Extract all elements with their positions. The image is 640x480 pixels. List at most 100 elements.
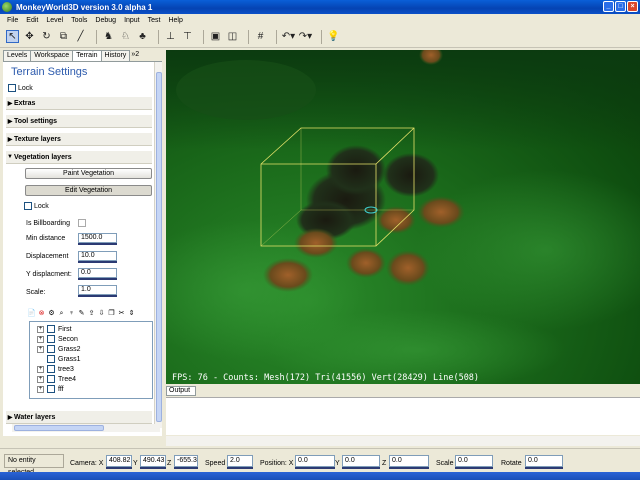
y-displacement-field[interactable]: 0.0 [78, 268, 117, 280]
toolbar-separator [321, 29, 322, 44]
viewport-layout-icon[interactable]: ▣ [209, 30, 222, 43]
lightbulb-icon[interactable]: 💡 [327, 30, 340, 43]
expand-icon[interactable]: + [37, 375, 44, 383]
select-tool-icon[interactable]: ↖ [6, 30, 19, 43]
section-label: Tool settings [14, 117, 58, 125]
layer-search-icon[interactable]: ⌕ [57, 309, 66, 318]
minimize-button[interactable]: _ [603, 1, 614, 12]
section-water-layers[interactable]: ▶ Water layers [6, 411, 152, 424]
layer-move-icon[interactable]: ⇕ [127, 309, 136, 318]
snap-tool-icon[interactable]: ⊤ [181, 30, 194, 43]
maximize-button[interactable]: □ [615, 1, 626, 12]
section-label: Vegetation layers [14, 153, 72, 161]
rotate-tool-icon[interactable]: ↻ [40, 30, 53, 43]
layer-visible-checkbox[interactable] [47, 345, 55, 353]
camera-x-field[interactable]: 408.82 [106, 455, 132, 469]
tree-item[interactable]: + Tree4 [30, 374, 76, 384]
position-y-field[interactable]: 0.0 [342, 455, 380, 469]
tab-history[interactable]: History [100, 50, 131, 61]
camera-z-field[interactable]: -655.3 [174, 455, 198, 469]
tab-levels[interactable]: Levels [3, 50, 32, 61]
undo-dropdown-icon[interactable]: ↶▾ [282, 30, 295, 43]
panel-horizontal-scrollbar[interactable] [12, 424, 160, 432]
output-console[interactable] [166, 397, 640, 435]
layer-visible-checkbox[interactable] [47, 325, 55, 333]
tree-item-label: Secon [58, 335, 78, 343]
camera-y-field[interactable]: 490.43 [140, 455, 166, 469]
new-layer-icon[interactable]: 📄 [27, 309, 36, 318]
menu-input[interactable]: Input [120, 17, 144, 24]
layer-visible-checkbox[interactable] [47, 375, 55, 383]
panel-vertical-scrollbar[interactable] [154, 62, 162, 428]
rotate-field[interactable]: 0.0 [525, 455, 563, 469]
scale-status-field[interactable]: 0.0 [455, 455, 493, 469]
section-vegetation-layers[interactable]: ▼ Vegetation layers [6, 151, 152, 164]
align-tool-icon[interactable]: ⊥ [164, 30, 177, 43]
tab-terrain[interactable]: Terrain [72, 50, 102, 61]
camera-z-label: Z [167, 460, 172, 467]
run-tool-icon[interactable]: ♘ [119, 30, 132, 43]
layer-settings-icon[interactable]: ⚙ [47, 309, 56, 318]
scrollbar-thumb[interactable] [14, 425, 104, 431]
expand-icon[interactable]: + [37, 335, 44, 343]
scale-tool-icon[interactable]: ⧉ [57, 30, 70, 43]
tree-item[interactable]: + Grass2 [30, 344, 81, 354]
walk-tool-icon[interactable]: ♞ [102, 30, 115, 43]
menu-level[interactable]: Level [42, 17, 67, 24]
tree-item[interactable]: + Secon [30, 334, 78, 344]
expand-icon[interactable]: + [37, 345, 44, 353]
tree-item[interactable]: + tree3 [30, 364, 74, 374]
layer-brush-icon[interactable]: ✎ [77, 309, 86, 318]
output-scrollbar[interactable] [166, 436, 640, 446]
paint-vegetation-button[interactable]: Paint Vegetation [25, 168, 152, 179]
gamepad-icon[interactable]: ♣ [136, 30, 149, 43]
menu-test[interactable]: Test [144, 17, 165, 24]
menu-help[interactable]: Help [164, 17, 186, 24]
position-x-field[interactable]: 0.0 [295, 455, 335, 469]
vegetation-lock-checkbox[interactable] [24, 202, 32, 210]
tree-item[interactable]: + First [30, 324, 72, 334]
terrain-lock-checkbox[interactable] [8, 84, 16, 92]
scrollbar-thumb[interactable] [156, 72, 162, 422]
layer-visible-checkbox[interactable] [47, 365, 55, 373]
section-texture-layers[interactable]: ▶ Texture layers [6, 133, 152, 146]
layer-visible-checkbox[interactable] [47, 335, 55, 343]
expand-icon[interactable]: + [37, 325, 44, 333]
tab-workspace[interactable]: Workspace [30, 50, 74, 61]
layer-visible-checkbox[interactable] [47, 385, 55, 393]
position-label: Position: X [260, 460, 294, 467]
section-extras[interactable]: ▶ Extras [6, 97, 152, 110]
tree-item[interactable]: + fff [30, 384, 64, 394]
menu-debug[interactable]: Debug [91, 17, 120, 24]
tab-overflow-button[interactable]: »2 [129, 50, 141, 61]
expand-icon[interactable]: + [37, 385, 44, 393]
split-view-icon[interactable]: ◫ [226, 30, 239, 43]
layer-import-icon[interactable]: ⇪ [87, 309, 96, 318]
layer-export-icon[interactable]: ⇩ [97, 309, 106, 318]
layer-grass-icon[interactable]: ♆ [67, 309, 76, 318]
close-button[interactable]: × [627, 1, 638, 12]
line-tool-icon[interactable]: ╱ [74, 30, 87, 43]
layer-copy-icon[interactable]: ❐ [107, 309, 116, 318]
delete-layer-icon[interactable]: ⊗ [37, 309, 46, 318]
position-z-field[interactable]: 0.0 [389, 455, 429, 469]
move-tool-icon[interactable]: ✥ [23, 30, 36, 43]
redo-dropdown-icon[interactable]: ↷▾ [299, 30, 312, 43]
tree-item[interactable]: Grass1 [30, 354, 81, 364]
menu-file[interactable]: File [3, 17, 22, 24]
layer-tool-icon[interactable]: ✂ [117, 309, 126, 318]
expand-icon[interactable]: + [37, 365, 44, 373]
menu-tools[interactable]: Tools [67, 17, 91, 24]
section-tool-settings[interactable]: ▶ Tool settings [6, 115, 152, 128]
grid-icon[interactable]: # [254, 30, 267, 43]
3d-viewport[interactable]: FPS: 76 - Counts: Mesh(172) Tri(41556) V… [166, 50, 640, 384]
edit-vegetation-button[interactable]: Edit Vegetation [25, 185, 152, 196]
menu-edit[interactable]: Edit [22, 17, 42, 24]
displacement-field[interactable]: 10.0 [78, 251, 117, 263]
layer-visible-checkbox[interactable] [47, 355, 55, 363]
tab-output[interactable]: Output [166, 386, 196, 396]
speed-field[interactable]: 2.0 [227, 455, 253, 469]
scale-field[interactable]: 1.0 [78, 285, 117, 297]
billboarding-checkbox[interactable] [78, 219, 86, 227]
min-distance-field[interactable]: 1500.0 [78, 233, 117, 245]
